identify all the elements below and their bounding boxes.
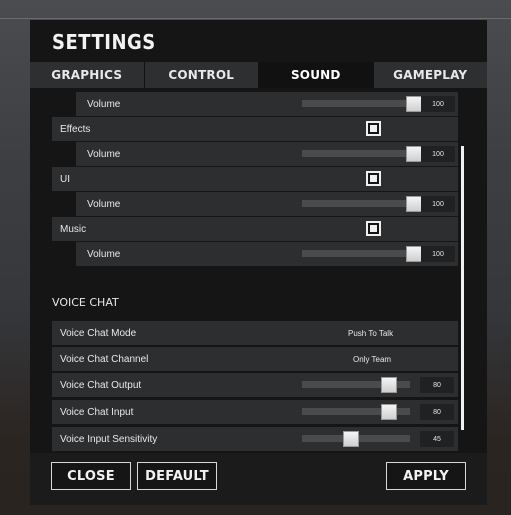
background-line	[0, 18, 511, 19]
voice-chat-mode-row[interactable]: Voice Chat Mode Push To Talk	[52, 321, 458, 345]
setting-label: Music	[60, 223, 87, 235]
effects-row: Effects	[52, 117, 458, 141]
slider-thumb[interactable]	[406, 146, 422, 162]
tab-sound[interactable]: SOUND	[259, 62, 373, 88]
apply-button[interactable]: APPLY	[386, 462, 466, 490]
slider-thumb[interactable]	[406, 196, 422, 212]
slider-thumb[interactable]	[406, 246, 422, 262]
ui-checkbox[interactable]	[366, 171, 381, 186]
voice-chat-mode-value[interactable]: Push To Talk	[348, 329, 393, 338]
music-row: Music	[52, 217, 458, 241]
voice-input-sensitivity-row: Voice Input Sensitivity 45	[52, 427, 458, 451]
voice-chat-header: VOICE CHAT	[52, 296, 119, 309]
setting-label: Volume	[87, 248, 121, 260]
slider-thumb[interactable]	[343, 431, 359, 447]
slider-thumb[interactable]	[381, 377, 397, 393]
default-button[interactable]: DEFAULT	[137, 462, 217, 490]
tab-control[interactable]: CONTROL	[144, 62, 258, 88]
setting-label: Volume	[87, 198, 121, 210]
voice-chat-channel-value[interactable]: Only Team	[353, 355, 391, 364]
tab-bar: GRAPHICS CONTROL SOUND GAMEPLAY	[30, 62, 487, 88]
page-title: SETTINGS	[52, 30, 156, 54]
volume-slider[interactable]	[302, 250, 422, 257]
volume-value[interactable]: 100	[421, 196, 455, 212]
volume-value[interactable]: 100	[421, 246, 455, 262]
sensitivity-value[interactable]: 45	[420, 431, 454, 447]
settings-panel: SETTINGS GRAPHICS CONTROL SOUND GAMEPLAY…	[30, 20, 487, 505]
setting-label: Volume	[87, 148, 121, 160]
ui-row: UI	[52, 167, 458, 191]
master-volume-row: Volume 100	[76, 92, 458, 116]
tab-graphics[interactable]: GRAPHICS	[30, 62, 144, 88]
volume-slider[interactable]	[302, 100, 422, 107]
setting-label: Voice Chat Channel	[60, 353, 149, 365]
effects-checkbox[interactable]	[366, 121, 381, 136]
ui-volume-row: Volume 100	[76, 192, 458, 216]
setting-label: Effects	[60, 123, 91, 135]
music-volume-row: Volume 100	[76, 242, 458, 266]
setting-label: Volume	[87, 98, 121, 110]
settings-list: Volume 100 Effects Volume 100 UI Volume …	[52, 92, 458, 454]
footer-bar: CLOSE DEFAULT APPLY	[30, 453, 487, 505]
setting-label: Voice Chat Input	[60, 406, 134, 418]
setting-label: Voice Chat Mode	[60, 327, 137, 339]
input-value[interactable]: 80	[420, 404, 454, 420]
volume-value[interactable]: 100	[421, 96, 455, 112]
voice-chat-output-row: Voice Chat Output 80	[52, 373, 458, 397]
volume-slider[interactable]	[302, 150, 422, 157]
voice-chat-channel-row[interactable]: Voice Chat Channel Only Team	[52, 347, 458, 371]
effects-volume-row: Volume 100	[76, 142, 458, 166]
slider-thumb[interactable]	[406, 96, 422, 112]
tab-gameplay[interactable]: GAMEPLAY	[373, 62, 487, 88]
music-checkbox[interactable]	[366, 221, 381, 236]
setting-label: UI	[60, 173, 70, 185]
volume-value[interactable]: 100	[421, 146, 455, 162]
close-button[interactable]: CLOSE	[51, 462, 131, 490]
voice-chat-input-row: Voice Chat Input 80	[52, 400, 458, 424]
scrollbar[interactable]	[461, 146, 464, 430]
setting-label: Voice Input Sensitivity	[60, 433, 158, 445]
output-value[interactable]: 80	[420, 377, 454, 393]
volume-slider[interactable]	[302, 200, 422, 207]
slider-thumb[interactable]	[381, 404, 397, 420]
setting-label: Voice Chat Output	[60, 379, 142, 391]
